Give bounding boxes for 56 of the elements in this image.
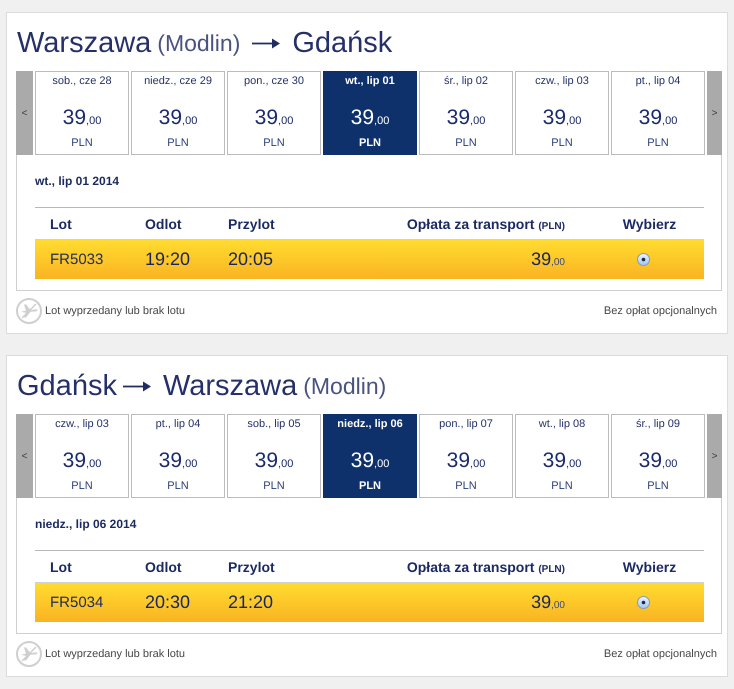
date-tile[interactable]: śr., lip 09 39,00 PLN — [611, 414, 705, 498]
fees-note: Bez opłat opcjonalnych — [604, 648, 717, 660]
flight-row[interactable]: FR5033 19:20 20:05 39,00 — [35, 240, 704, 279]
city-name: Warszawa — [162, 372, 298, 400]
departure-time: 19:20 — [145, 249, 192, 270]
next-dates-button[interactable]: > — [707, 71, 722, 155]
previous-dates-button[interactable]: < — [16, 71, 33, 155]
next-dates-button[interactable]: > — [707, 414, 722, 498]
date-tile[interactable]: śr., lip 02 39,00 PLN — [419, 71, 513, 155]
date-tile[interactable]: pt., lip 04 39,00 PLN — [611, 71, 705, 155]
date-tile[interactable]: sob., lip 05 39,00 PLN — [227, 414, 321, 498]
date-tile[interactable]: czw., lip 03 39,00 PLN — [515, 71, 609, 155]
column-header: Przylot — [228, 216, 276, 232]
flight-row[interactable]: FR5034 20:30 21:20 39,00 — [35, 583, 704, 622]
airport-name: (Modlin) — [303, 374, 386, 398]
fare-price: 39,00 — [531, 249, 565, 270]
column-header: Opłata za transport (PLN) — [406, 216, 565, 232]
city-name: Gdańsk — [292, 28, 392, 58]
airplane-circle-icon — [16, 641, 42, 667]
fees-note: Bez opłat opcjonalnych — [604, 305, 717, 317]
column-header: Opłata za transport (PLN) — [406, 558, 565, 574]
date-tile[interactable]: niedz., lip 06 39,00 PLN — [323, 414, 417, 498]
date-tile[interactable]: niedz., cze 29 39,00 PLN — [131, 71, 225, 155]
column-header: Odlot — [145, 216, 183, 232]
flight-number: FR5033 — [50, 251, 104, 268]
city-name: Gdańsk — [17, 372, 117, 400]
column-header: Lot — [50, 216, 73, 232]
previous-dates-button[interactable]: < — [16, 414, 33, 498]
arrow-right-icon — [252, 38, 280, 48]
date-tile[interactable]: pt., lip 04 39,00 PLN — [131, 414, 225, 498]
column-header: Przylot — [228, 558, 276, 574]
city-name: Warszawa — [17, 28, 152, 58]
date-tile[interactable]: pon., cze 30 39,00 PLN — [227, 71, 321, 155]
column-header: Odlot — [145, 558, 183, 574]
radio-button[interactable] — [637, 253, 650, 266]
date-tile[interactable]: wt., lip 08 39,00 PLN — [515, 414, 609, 498]
airport-name: (Modlin) — [157, 32, 240, 54]
arrow-right-icon — [122, 380, 151, 392]
column-header: Wybierz — [622, 216, 678, 232]
date-tile[interactable]: sob., cze 28 39,00 PLN — [35, 71, 129, 155]
radio-button[interactable] — [637, 596, 650, 609]
date-tile[interactable]: wt., lip 01 39,00 PLN — [323, 71, 417, 155]
legend-text: Lot wyprzedany lub brak lotu — [45, 648, 186, 660]
column-header: Lot — [50, 558, 73, 574]
selected-date-heading: wt., lip 01 2014 — [35, 174, 120, 188]
date-tile[interactable]: pon., lip 07 39,00 PLN — [419, 414, 513, 498]
column-header: Wybierz — [622, 558, 678, 574]
arrival-time: 20:05 — [228, 249, 274, 270]
airplane-circle-icon — [16, 298, 42, 324]
departure-time: 20:30 — [145, 592, 192, 613]
arrival-time: 21:20 — [228, 592, 274, 613]
date-tile[interactable]: czw., lip 03 39,00 PLN — [35, 414, 129, 498]
selected-date-heading: niedz., lip 06 2014 — [35, 517, 136, 531]
fare-price: 39,00 — [531, 592, 565, 613]
flight-number: FR5034 — [50, 594, 104, 611]
legend-text: Lot wyprzedany lub brak lotu — [45, 305, 186, 317]
